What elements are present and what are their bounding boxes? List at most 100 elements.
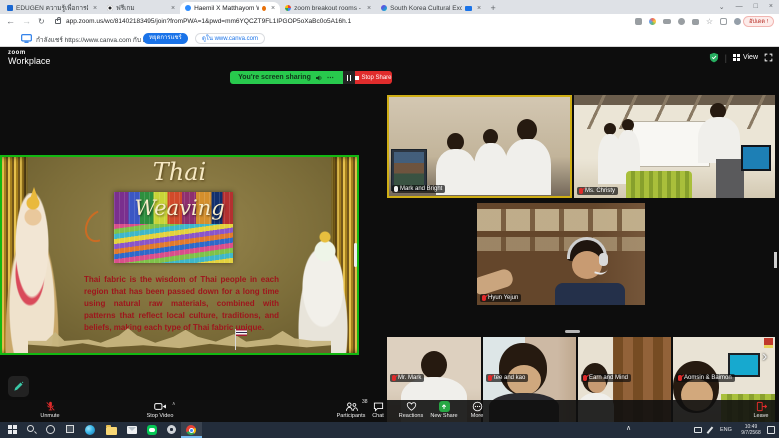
refresh-icon[interactable]: ↻	[38, 17, 45, 26]
leave-icon	[756, 401, 767, 412]
muted-mic-icon	[678, 375, 682, 381]
tab-close-icon[interactable]: ×	[91, 5, 97, 12]
minimize-button[interactable]: —	[736, 3, 743, 10]
participant-name-label: Mr. Mark	[390, 374, 424, 382]
sharing-banner-text: You're screen sharing	[238, 74, 311, 81]
browser-update-pill[interactable]: อัปเดต !	[743, 16, 774, 27]
padlock-icon[interactable]	[55, 19, 61, 24]
pencil-icon	[13, 381, 24, 392]
muted-mic-icon	[482, 295, 486, 301]
taskbar-clock[interactable]: 10:49 9/7/2568	[737, 424, 765, 436]
stop-share-button[interactable]: Stop Share	[355, 71, 392, 84]
webcam-feed	[574, 95, 775, 198]
muted-mic-icon	[392, 375, 396, 381]
slide-scrollbar[interactable]	[354, 243, 357, 267]
action-center-icon[interactable]	[767, 426, 775, 434]
profile-avatar[interactable]	[734, 18, 741, 25]
tab-haemil-active[interactable]: Haemil X Matthayom Watn... ×	[180, 2, 280, 14]
cortana-icon[interactable]	[46, 425, 55, 434]
speaker-icon[interactable]	[315, 74, 323, 82]
back-icon[interactable]: ←	[6, 16, 15, 26]
muted-mic-icon	[45, 401, 56, 412]
view-button[interactable]: View	[733, 54, 758, 61]
toolbar-extension-icons: ☆	[635, 18, 741, 25]
tab-canva-shared[interactable]: South Korea Cultural Exchan... ×	[376, 2, 486, 14]
tab-close-icon[interactable]: ×	[365, 5, 371, 12]
edugen-favicon-icon	[7, 5, 13, 11]
zoom-header-right: | View	[709, 52, 773, 63]
translate-icon[interactable]	[678, 18, 685, 25]
url-field[interactable]: app.zoom.us/wc/81402183495/join?fromPWA=…	[66, 18, 586, 25]
close-button[interactable]: ×	[769, 3, 773, 10]
password-key-icon[interactable]	[663, 19, 671, 24]
tab-title: zoom breakout rooms - ค้นหาด้ว...	[294, 3, 362, 13]
muted-mic-icon	[579, 188, 583, 194]
bookmark-star-icon[interactable]: ☆	[706, 18, 713, 25]
zoom-favicon-icon	[185, 5, 191, 11]
annotate-button[interactable]	[8, 376, 29, 397]
video-tile-ms-christy[interactable]: Ms. Christy	[574, 95, 775, 198]
taskbar-search-icon[interactable]	[27, 425, 34, 432]
tab-close-icon[interactable]: ×	[169, 5, 175, 12]
more-button[interactable]: More	[449, 401, 505, 419]
view-shared-tab-button[interactable]: ดูใน www.canva.com	[195, 33, 265, 44]
start-button-icon[interactable]	[8, 425, 12, 429]
header-divider: |	[725, 53, 727, 63]
participant-name-label: Aomsin & Baimon	[676, 374, 735, 382]
address-bar: ← → ↻ app.zoom.us/wc/81402183495/join?fr…	[0, 14, 779, 30]
tab-title: South Korea Cultural Exchan...	[390, 5, 462, 12]
slide-title: Thai	[2, 158, 357, 186]
language-indicator[interactable]: ENG	[720, 427, 732, 433]
side-panel-icon[interactable]	[720, 18, 727, 25]
video-tile-mark-and-bright[interactable]: Mark and Bright	[387, 95, 572, 198]
tab-close-icon[interactable]: ×	[475, 5, 481, 12]
muted-mic-icon	[488, 375, 492, 381]
leave-button[interactable]: Leave	[733, 401, 779, 419]
unmute-button[interactable]: Unmute	[22, 401, 78, 419]
tab-free-game[interactable]: ฟรีเกม ×	[102, 2, 180, 14]
banner-more-icon[interactable]: ⋯	[327, 74, 335, 82]
tab-search-chevron-icon[interactable]: ⌄	[719, 3, 725, 11]
pause-share-button[interactable]	[343, 71, 355, 84]
stop-sharing-button[interactable]: หยุดการแชร์	[143, 33, 188, 44]
task-view-icon[interactable]	[66, 425, 74, 433]
maximize-button[interactable]: □	[754, 3, 758, 10]
windows-taskbar: ∧ ENG 10:49 9/7/2568	[0, 422, 779, 438]
tab-edugen[interactable]: EDUGEN ความรู้เพื่อการศึกษาไทย ×	[2, 2, 102, 14]
video-tile-hyun-yejun[interactable]: Hyun Yejun	[477, 203, 645, 305]
update-pill-label: อัปเดต !	[749, 18, 768, 26]
camera-permission-icon[interactable]	[635, 18, 642, 25]
tab-sharing-infobar: กำลังแชร์ https://www.canva.com กับ app.…	[0, 30, 779, 47]
settings-icon[interactable]	[167, 425, 176, 434]
tab-close-icon[interactable]: ×	[269, 5, 275, 12]
tray-expand-icon[interactable]: ∧	[626, 424, 631, 432]
more-icon	[472, 401, 483, 412]
share-page-icon[interactable]	[692, 19, 699, 25]
page-scrollbar[interactable]	[774, 252, 777, 268]
view-grid-icon	[733, 54, 740, 61]
participant-name-label: tee and kao	[486, 374, 528, 382]
forward-icon[interactable]: →	[22, 16, 31, 26]
tab-breakout-search[interactable]: zoom breakout rooms - ค้นหาด้ว... ×	[280, 2, 376, 14]
participant-name-label: Ms. Christy	[577, 187, 618, 195]
video-strip-resize-handle[interactable]	[565, 330, 580, 333]
clock-date: 9/7/2568	[737, 430, 765, 436]
chevron-up-icon[interactable]: ∧	[172, 401, 176, 407]
tray-pen-icon[interactable]	[707, 426, 713, 433]
chrome-icon[interactable]	[186, 425, 196, 435]
next-videos-chevron-icon[interactable]: ›	[762, 348, 767, 366]
mail-icon[interactable]	[127, 426, 137, 434]
participant-name-label: Earn and Mind	[581, 374, 631, 382]
line-app-icon[interactable]	[147, 425, 157, 435]
zoom-toolbar: Unmute ∧ Stop Video 38	[0, 400, 779, 422]
tray-network-icon[interactable]	[694, 427, 702, 433]
new-tab-button[interactable]: +	[486, 2, 500, 14]
view-label: View	[743, 54, 758, 61]
google-favicon-icon	[285, 5, 291, 11]
file-explorer-icon[interactable]	[106, 427, 117, 435]
edge-icon[interactable]	[85, 425, 95, 435]
security-shield-icon[interactable]	[709, 52, 719, 63]
extension-colored-icon[interactable]	[649, 18, 656, 25]
stop-video-button[interactable]: ∧ Stop Video	[132, 401, 188, 419]
fullscreen-icon[interactable]	[764, 53, 773, 62]
